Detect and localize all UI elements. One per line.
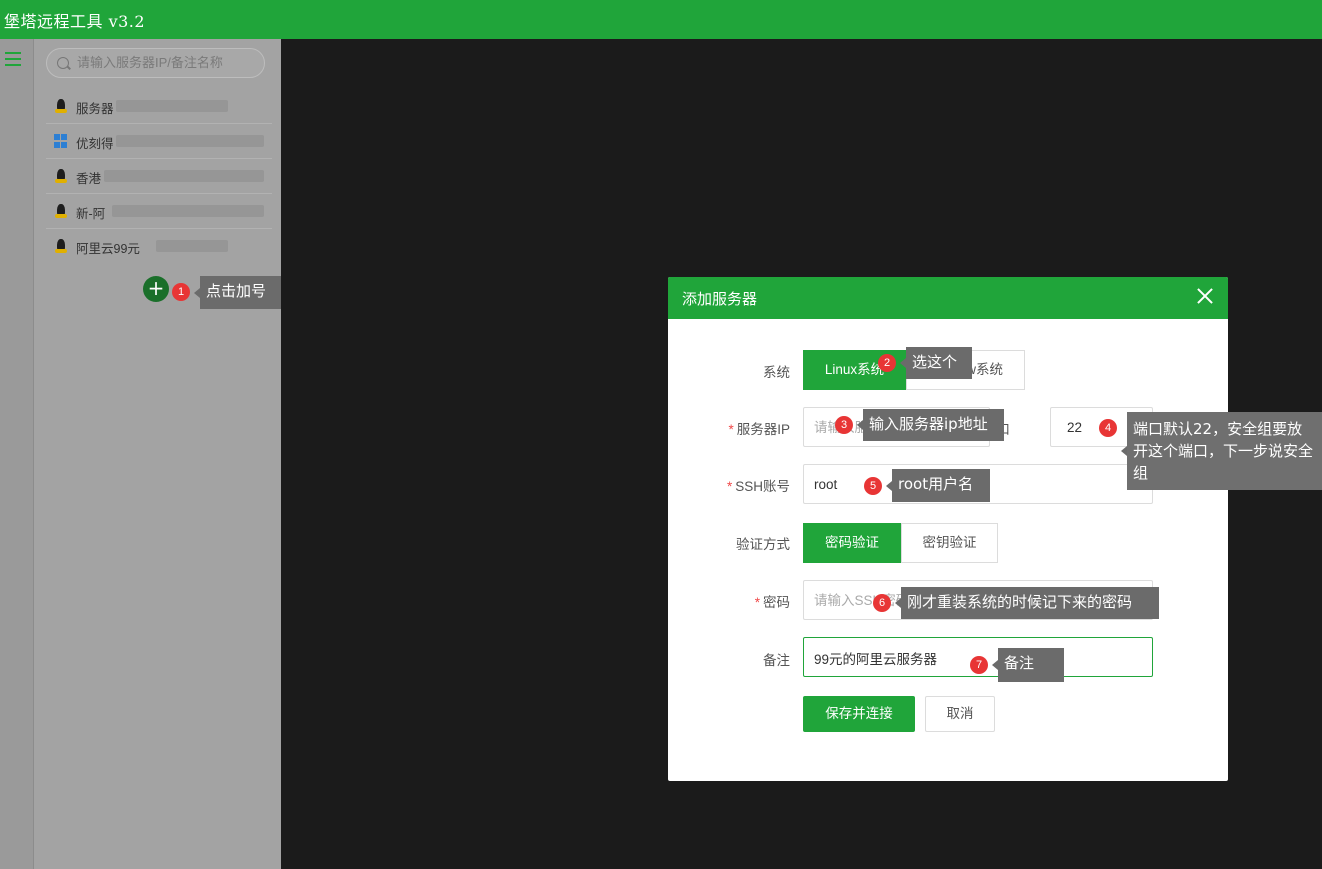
step-badge: 2 — [878, 354, 896, 372]
note-input[interactable] — [812, 649, 1116, 666]
note-label: 备注 — [763, 653, 790, 668]
redacted-text — [104, 170, 264, 182]
server-item[interactable]: 新-阿 — [46, 194, 272, 229]
save-connect-button[interactable]: 保存并连接 — [803, 696, 915, 732]
server-item[interactable]: 优刻得 — [46, 124, 272, 159]
add-server-button[interactable]: + — [143, 276, 169, 302]
title-bar: 堡塔远程工具 v3.2 — [0, 0, 1322, 39]
ssh-label: * SSH账号 — [726, 479, 790, 494]
ip-label: * 服务器IP — [728, 422, 790, 437]
menu-icon[interactable] — [5, 52, 21, 66]
server-name: 阿里云99元 — [76, 242, 140, 256]
linux-icon — [54, 169, 68, 183]
search-input[interactable] — [75, 54, 259, 71]
server-name: 香港 — [76, 172, 102, 186]
redacted-text — [112, 205, 264, 217]
step-badge: 5 — [864, 477, 882, 495]
step-badge: 4 — [1099, 419, 1117, 437]
os-label: 系统 — [763, 365, 790, 380]
server-name: 优刻得 — [76, 137, 114, 151]
step-tooltip: 输入服务器ip地址 — [857, 409, 1004, 441]
dialog-header: 添加服务器 — [668, 277, 1228, 319]
linux-icon — [54, 239, 68, 253]
step-tooltip: 选这个 — [900, 347, 972, 379]
auth-option-key[interactable]: 密钥验证 — [901, 523, 998, 563]
server-item[interactable]: 服务器 — [46, 89, 272, 124]
step-tooltip: 点击加号 — [194, 276, 281, 309]
password-label: * 密码 — [754, 595, 790, 610]
step-badge: 6 — [873, 594, 891, 612]
step-badge: 7 — [970, 656, 988, 674]
auth-option-password[interactable]: 密码验证 — [803, 523, 901, 563]
server-sidebar: 服务器 优刻得 香港 新-阿 阿里云99元 — [34, 39, 281, 869]
server-item[interactable]: 阿里云99元 — [46, 229, 272, 264]
windows-icon — [54, 134, 68, 148]
step-badge: 3 — [835, 416, 853, 434]
step-badge: 1 — [172, 283, 190, 301]
server-search[interactable] — [46, 48, 265, 78]
app-title: 堡塔远程工具 v3.2 — [4, 12, 146, 31]
step-tooltip: root用户名 — [886, 469, 990, 502]
close-icon[interactable] — [1194, 285, 1216, 307]
step-tooltip: 备注 — [992, 648, 1064, 682]
step-tooltip: 端口默认22，安全组要放开这个端口，下一步说安全组 — [1121, 412, 1322, 490]
search-icon — [57, 57, 69, 69]
redacted-text — [116, 135, 264, 147]
step-tooltip: 刚才重装系统的时候记下来的密码 — [895, 587, 1159, 619]
redacted-text — [156, 240, 228, 252]
redacted-text — [116, 100, 228, 112]
dialog-title: 添加服务器 — [682, 290, 758, 308]
cancel-button[interactable]: 取消 — [925, 696, 995, 732]
linux-icon — [54, 204, 68, 218]
auth-label: 验证方式 — [736, 537, 790, 552]
server-name: 服务器 — [76, 102, 114, 116]
linux-icon — [54, 99, 68, 113]
server-item[interactable]: 香港 — [46, 159, 272, 194]
left-rail — [0, 39, 34, 869]
server-name: 新-阿 — [76, 207, 106, 221]
